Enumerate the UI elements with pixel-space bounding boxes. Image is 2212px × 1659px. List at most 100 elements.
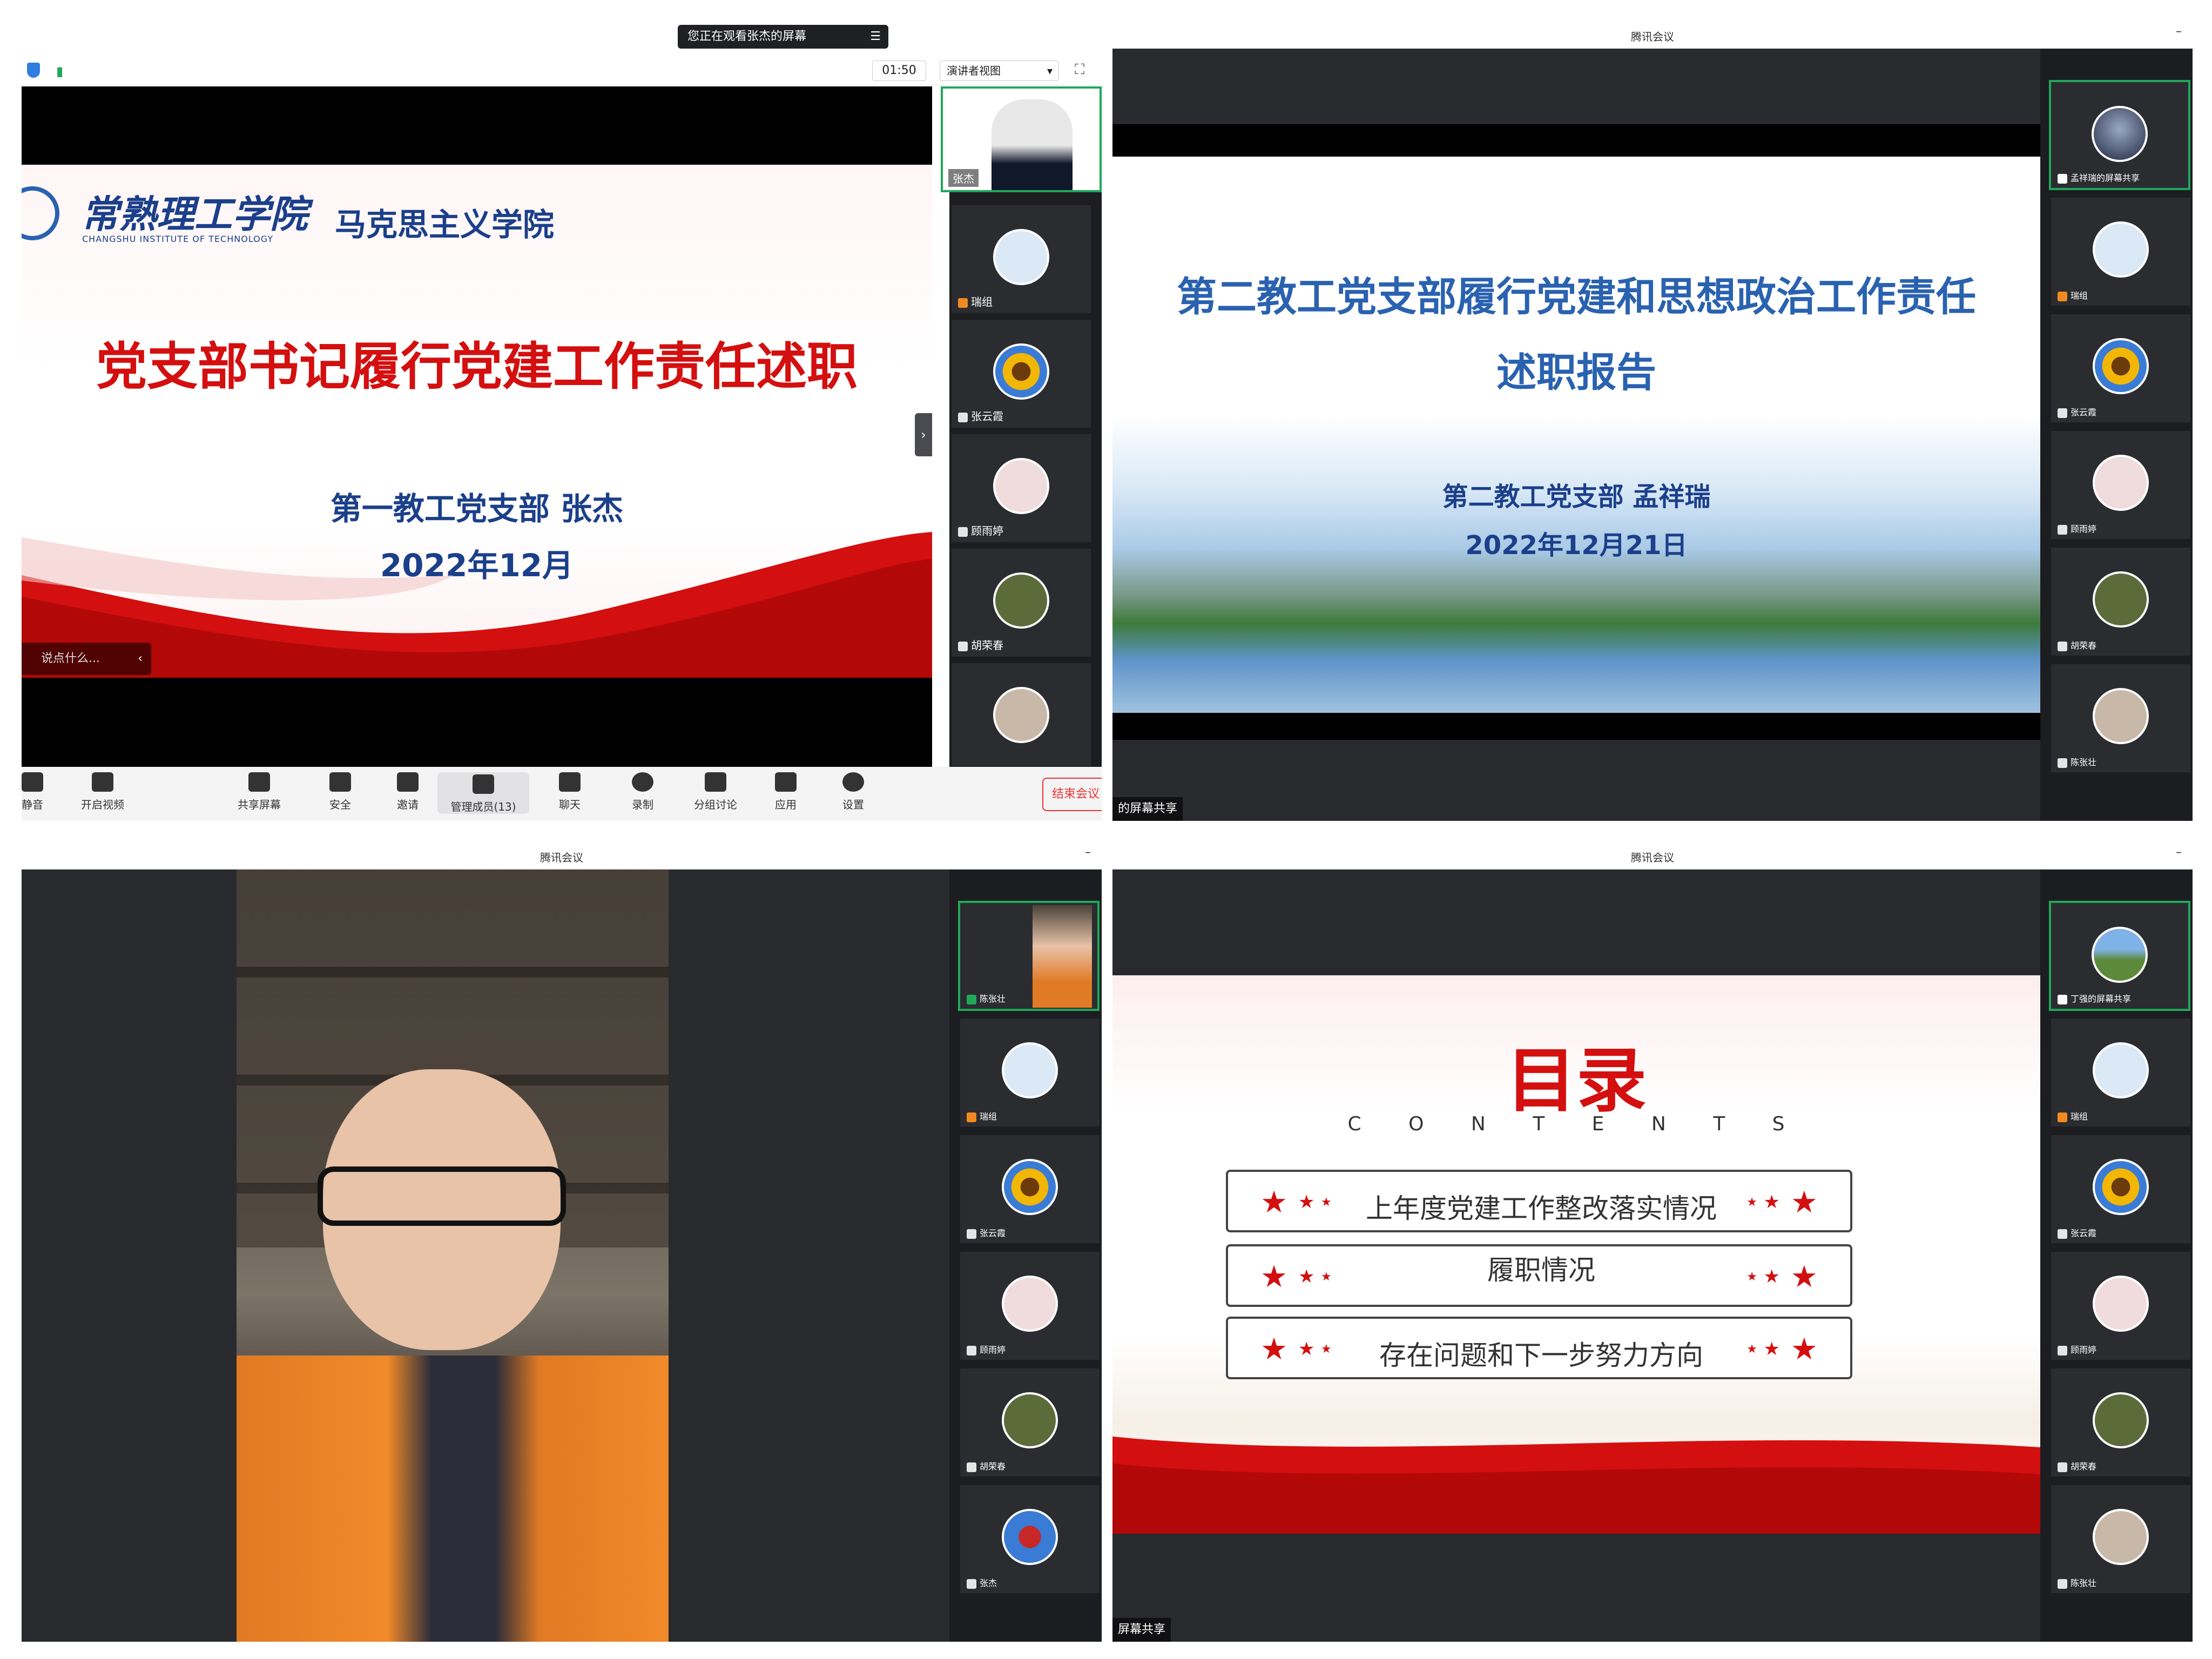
participant-tile[interactable]: 瑞组 xyxy=(960,1019,1100,1127)
shared-slide: 目录 C O N T E N T S ★ ★ ★ 上年度党建工作整改落实情况 ★… xyxy=(1112,975,2040,1534)
members-icon xyxy=(473,774,494,794)
gear-icon xyxy=(842,772,864,792)
security-button[interactable]: 安全 xyxy=(308,772,373,812)
minimize-icon[interactable]: – xyxy=(1085,846,1091,859)
invite-button[interactable]: 邀请 xyxy=(375,772,440,812)
participant-tile[interactable]: 瑞组 xyxy=(2051,198,2190,306)
mic-muted-icon xyxy=(2058,524,2067,535)
chat-input[interactable]: 说点什么... ‹ xyxy=(22,643,151,675)
avatar xyxy=(993,687,1049,743)
toc-item[interactable]: ★ ★ ★ 上年度党建工作整改落实情况 ★ ★ ★ xyxy=(1226,1170,1852,1232)
toc-item[interactable]: ★ ★ ★ 履职情况 ★ ★ ★ xyxy=(1226,1244,1852,1307)
participant-tile[interactable]: 顾雨婷 xyxy=(2051,431,2190,539)
mic-muted-icon xyxy=(2058,641,2067,651)
toc-contents-label: C O N T E N T S xyxy=(1347,1113,1805,1135)
screen-share-label: 的屏幕共享 xyxy=(1112,797,1183,821)
minimize-icon[interactable]: – xyxy=(2176,846,2182,859)
menu-icon[interactable]: ☰ xyxy=(870,25,881,49)
speaker-video xyxy=(992,99,1073,190)
screen-share-banner[interactable]: 您正在观看张杰的屏幕 ☰ xyxy=(678,25,888,49)
participant-tile[interactable]: 陈张壮 xyxy=(958,901,1100,1011)
participant-tile[interactable]: 胡荣春 xyxy=(952,549,1091,657)
signal-icon[interactable]: ▮ xyxy=(56,64,63,79)
participant-name: 陈张壮 xyxy=(967,992,1006,1004)
speaker-tile[interactable]: 张杰 xyxy=(941,86,1102,192)
participant-tile[interactable]: 顾雨婷 xyxy=(2051,1252,2190,1360)
avatar xyxy=(2093,338,2149,394)
participant-tile[interactable]: 胡荣春 xyxy=(2051,548,2190,656)
record-button[interactable]: 录制 xyxy=(610,772,675,812)
participant-tile[interactable]: 张云霞 xyxy=(2051,1135,2190,1243)
avatar xyxy=(2093,1392,2149,1448)
participant-tile[interactable]: 张云霞 xyxy=(960,1135,1100,1243)
avatar xyxy=(2092,106,2148,162)
participant-tile[interactable]: 张云霞 xyxy=(2051,314,2190,422)
breakout-button[interactable]: 分组讨论 xyxy=(683,772,748,812)
star-icon: ★ xyxy=(1763,1191,1780,1213)
participant-tile[interactable]: 胡荣春 xyxy=(2051,1368,2190,1476)
participant-name: 张杰 xyxy=(948,169,979,187)
collapse-rail-button[interactable]: › xyxy=(915,413,932,456)
participant-name: 陈张壮 xyxy=(2058,1576,2096,1589)
participant-tile[interactable]: 顾雨婷 xyxy=(952,434,1091,542)
minimize-icon[interactable]: – xyxy=(2176,25,2182,38)
screen-share-icon xyxy=(2058,173,2067,184)
slide-title-line2: 述职报告 xyxy=(1496,349,1656,396)
speaker-video xyxy=(237,869,669,1642)
avatar xyxy=(2092,927,2148,983)
title-bar: 腾讯会议 – xyxy=(22,842,1102,869)
participant-name: 瑞组 xyxy=(967,1109,997,1122)
participant-tile[interactable]: 瑞组 xyxy=(2051,1019,2190,1127)
mic-muted-icon xyxy=(958,412,968,422)
video-button[interactable]: 开启视频 xyxy=(70,772,135,812)
user-icon xyxy=(2058,1112,2067,1122)
avatar xyxy=(2093,688,2149,744)
red-ribbon xyxy=(22,532,932,678)
avatar xyxy=(993,343,1049,400)
participant-tile[interactable]: 陈张壮 xyxy=(2051,664,2190,772)
manage-members-button[interactable]: 管理成员(13) xyxy=(437,772,529,814)
screen-share-icon xyxy=(2058,994,2067,1004)
breakout-icon xyxy=(705,772,726,792)
participant-tile[interactable]: 顾雨婷 xyxy=(960,1252,1100,1360)
participant-tile[interactable]: 孟祥瑞的屏幕共享 xyxy=(2049,80,2190,190)
participant-video xyxy=(1033,905,1092,1008)
chat-placeholder: 说点什么... xyxy=(41,652,100,665)
participant-tile[interactable]: 胡荣春 xyxy=(960,1368,1100,1476)
end-meeting-button[interactable]: 结束会议 xyxy=(1042,778,1102,811)
participant-tile[interactable]: 张杰 xyxy=(960,1485,1100,1593)
shield-icon xyxy=(329,772,351,792)
slide-subtitle: 第二教工党支部 孟祥瑞 xyxy=(1442,482,1711,512)
avatar xyxy=(1002,1509,1058,1565)
mute-button[interactable]: 静音 xyxy=(22,772,65,812)
participant-tile[interactable]: 瑞组 xyxy=(952,205,1091,313)
banner-text: 您正在观看张杰的屏幕 xyxy=(687,30,807,43)
fullscreen-icon[interactable]: ⛶ xyxy=(1075,62,1084,78)
meeting-window-1: 您正在观看张杰的屏幕 ☰ ▮ 01:50 演讲者视图 ▾ ⛶ 常熟理工学院 CH… xyxy=(22,22,1102,821)
school-name-en: CHANGSHU INSTITUTE OF TECHNOLOGY xyxy=(82,234,274,244)
view-mode-dropdown[interactable]: 演讲者视图 ▾ xyxy=(940,60,1058,81)
mic-muted-icon xyxy=(967,1579,976,1589)
avatar xyxy=(2093,455,2149,511)
user-icon xyxy=(2058,291,2067,301)
avatar xyxy=(993,458,1049,514)
apps-button[interactable]: 应用 xyxy=(753,772,818,812)
participant-tile[interactable]: 张云霞 xyxy=(952,320,1091,428)
star-icon: ★ xyxy=(1790,1185,1818,1220)
chevron-left-icon[interactable]: ‹ xyxy=(138,643,143,675)
participant-tile[interactable]: 陈张壮 xyxy=(2051,1485,2190,1593)
meeting-timer: 01:50 xyxy=(872,60,926,81)
toc-item[interactable]: ★ ★ ★ 存在问题和下一步努力方向 ★ ★ ★ xyxy=(1226,1317,1852,1379)
shield-icon[interactable] xyxy=(27,63,40,78)
chat-button[interactable]: 聊天 xyxy=(537,772,602,812)
share-screen-button[interactable]: 共享屏幕 xyxy=(227,772,292,812)
participant-name: 胡荣春 xyxy=(967,1459,1006,1472)
meeting-toolbar: 静音 开启视频 共享屏幕 安全 邀请 管理成员(13) 聊天 录制 分组讨论 应… xyxy=(22,767,1102,821)
participant-tile[interactable]: 丁强的屏幕共享 xyxy=(2049,901,2190,1011)
meeting-window-4: 腾讯会议 – 目录 C O N T E N T S ★ ★ ★ 上年度党建工作整… xyxy=(1112,842,2193,1642)
avatar xyxy=(2093,221,2149,278)
toc-item-label: 存在问题和下一步努力方向 xyxy=(1379,1340,1703,1371)
settings-button[interactable]: 设置 xyxy=(821,772,886,812)
video-off-icon xyxy=(92,772,113,792)
participant-tile[interactable] xyxy=(952,663,1091,766)
